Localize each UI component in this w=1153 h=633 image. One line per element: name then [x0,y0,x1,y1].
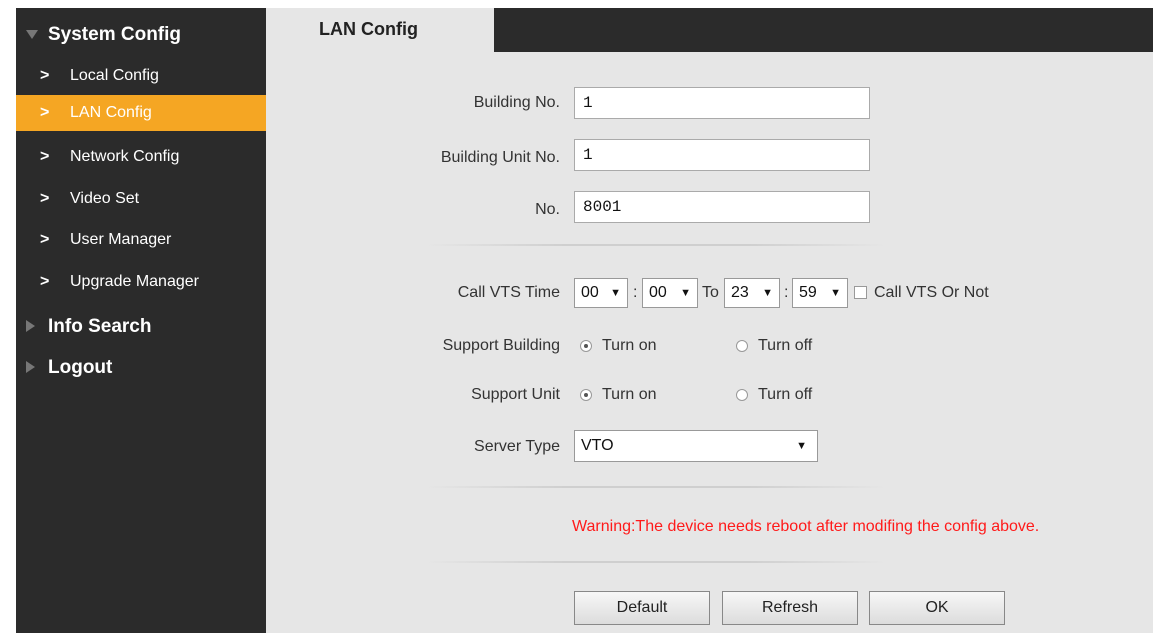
chevron-right-icon: > [40,190,50,207]
server-type-label: Server Type [474,438,560,455]
refresh-button[interactable]: Refresh [722,591,858,625]
support-unit-on-radio[interactable] [580,389,592,401]
sidebar-group-info-search[interactable]: Info Search [16,308,266,344]
support-unit-label: Support Unit [471,386,560,403]
support-building-off-label: Turn off [758,337,813,354]
sidebar-item-label: User Manager [70,231,172,248]
divider [426,561,886,563]
dropdown-arrow-icon: ▼ [680,287,691,299]
sidebar-item-user-manager[interactable]: > User Manager [16,222,266,258]
dropdown-arrow-icon: ▼ [830,287,841,299]
dropdown-arrow-icon: ▼ [762,287,773,299]
select-value: VTO [581,437,614,454]
sidebar-group-label: System Config [48,24,182,45]
building-unit-no-label: Building Unit No. [440,149,560,166]
ok-button[interactable]: OK [869,591,1005,625]
sidebar-item-label: Network Config [70,148,180,165]
tab-label: LAN Config [319,19,418,39]
end-hour-select[interactable]: 23 ▼ [724,278,780,308]
building-no-label: Building No. [473,94,560,111]
building-unit-no-input[interactable]: 1 [574,139,870,171]
sidebar: System Config > Local Config > LAN Confi… [16,8,266,633]
time-separator: : [633,284,638,301]
lan-config-panel: Building No. 1 Building Unit No. 1 No. 8… [266,52,1153,633]
chevron-right-icon: > [40,104,50,121]
sidebar-item-label: Upgrade Manager [70,273,199,290]
sidebar-item-video-set[interactable]: > Video Set [16,181,266,217]
divider [426,486,886,488]
no-label: No. [535,201,560,218]
chevron-right-icon: > [40,273,50,290]
call-vts-or-not-label: Call VTS Or Not [874,284,989,301]
select-value: 00 [581,284,599,301]
support-unit-on-label: Turn on [602,386,657,403]
to-label: To [702,284,719,301]
support-building-on-label: Turn on [602,337,657,354]
chevron-right-icon: > [40,67,50,84]
support-building-off-radio[interactable] [736,340,748,352]
call-vts-time-label: Call VTS Time [457,284,560,301]
sidebar-item-label: LAN Config [70,104,152,121]
start-hour-select[interactable]: 00 ▼ [574,278,628,308]
select-value: 23 [731,284,749,301]
sidebar-item-label: Local Config [70,67,159,84]
triangle-right-icon [26,361,35,373]
building-no-input[interactable]: 1 [574,87,870,119]
server-type-select[interactable]: VTO ▼ [574,430,818,462]
time-separator: : [784,284,789,301]
dropdown-arrow-icon: ▼ [610,287,621,299]
support-building-on-radio[interactable] [580,340,592,352]
start-minute-select[interactable]: 00 ▼ [642,278,698,308]
sidebar-item-lan-config[interactable]: > LAN Config [16,95,266,131]
sidebar-group-label: Info Search [48,316,152,337]
reboot-warning: Warning:The device needs reboot after mo… [572,518,1040,535]
chevron-right-icon: > [40,148,50,165]
support-unit-off-radio[interactable] [736,389,748,401]
tab-lan-config[interactable]: LAN Config [266,8,494,52]
end-minute-select[interactable]: 59 ▼ [792,278,848,308]
triangle-right-icon [26,320,35,332]
call-vts-or-not-checkbox[interactable] [854,286,867,299]
dropdown-arrow-icon: ▼ [796,440,807,452]
sidebar-group-logout[interactable]: Logout [16,349,266,385]
sidebar-item-network-config[interactable]: > Network Config [16,139,266,175]
chevron-right-icon: > [40,231,50,248]
sidebar-item-local-config[interactable]: > Local Config [16,58,266,94]
sidebar-group-system-config[interactable]: System Config [16,16,266,52]
select-value: 00 [649,284,667,301]
sidebar-item-label: Video Set [70,190,140,207]
sidebar-group-label: Logout [48,357,113,378]
no-input[interactable]: 8001 [574,191,870,223]
select-value: 59 [799,284,817,301]
default-button[interactable]: Default [574,591,710,625]
triangle-down-icon [26,30,38,39]
support-unit-off-label: Turn off [758,386,813,403]
divider [426,244,886,246]
support-building-label: Support Building [442,337,560,354]
sidebar-item-upgrade-manager[interactable]: > Upgrade Manager [16,264,266,300]
